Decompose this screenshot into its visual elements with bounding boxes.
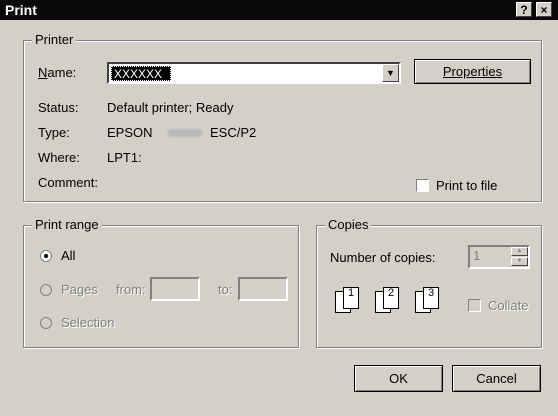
pages-radio[interactable] [40,284,52,296]
chevron-down-icon[interactable]: ▼ [382,64,399,82]
from-label: from: [116,282,146,297]
selection-radio-label: Selection [61,315,115,330]
status-label: Status: [38,100,79,115]
spin-up-icon[interactable]: ▲ [511,247,528,256]
copies-spinner[interactable]: 1 ▲ ▼ [468,245,530,269]
print-range-group-label: Print range [32,217,102,232]
print-to-file-label: Print to file [436,178,498,193]
radio-selected-dot [44,254,48,258]
copies-value: 1 [473,248,481,263]
status-value: Default printer; Ready [107,100,234,115]
collate-checkbox[interactable] [468,299,481,312]
copies-group-label: Copies [325,217,372,232]
to-input[interactable] [238,277,288,301]
selection-radio[interactable] [40,317,52,329]
window-title: Print [5,2,37,18]
title-bar: Print ? × [0,0,558,20]
from-input[interactable] [150,277,200,301]
help-button[interactable]: ? [516,2,532,17]
pages-radio-label: Pages [61,282,98,297]
properties-button-label: Properties [442,64,503,79]
all-radio[interactable] [40,250,52,262]
page-icon: 1 [343,287,359,309]
printer-name-value: XXXXXX [111,66,171,81]
all-radio-label: All [61,248,76,263]
number-of-copies-label: Number of copies: [330,250,436,265]
where-value: LPT1: [107,150,142,165]
printer-group-label: Printer [32,32,77,47]
print-to-file-checkbox[interactable] [416,179,429,192]
comment-label: Comment: [38,175,98,190]
type-value-suffix: ESC/P2 [210,125,257,140]
ok-button[interactable]: OK [354,365,443,392]
type-label: Type: [38,125,70,140]
name-label: Name: [38,65,77,80]
page-icon: 2 [383,287,399,309]
spin-down-icon[interactable]: ▼ [511,257,528,266]
cancel-button[interactable]: Cancel [452,365,541,392]
to-label: to: [218,282,233,297]
printer-name-combo[interactable]: XXXXXX ▼ [107,62,401,84]
redacted-model [168,129,202,137]
close-button[interactable]: × [536,2,552,17]
where-label: Where: [38,150,80,165]
page-icon: 3 [423,287,439,309]
collate-label: Collate [488,298,529,313]
type-value-prefix: EPSON [107,125,153,140]
properties-button[interactable]: Properties [414,59,531,84]
